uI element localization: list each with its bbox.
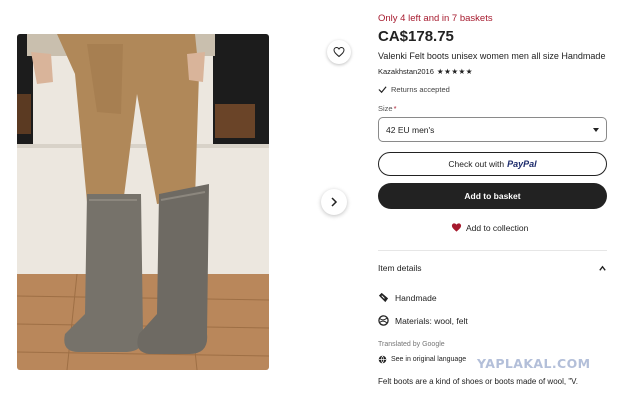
size-label: Size*: [378, 104, 397, 113]
detail-text: Handmade: [395, 292, 437, 303]
see-original-label: See in original language: [391, 356, 467, 363]
detail-handmade: Handmade: [378, 292, 437, 303]
favorite-button[interactable]: [327, 40, 351, 64]
size-select[interactable]: 42 EU men's: [378, 117, 607, 142]
checkmark-icon: [378, 86, 387, 94]
translated-note: Translated by Google: [378, 341, 445, 348]
next-image-button[interactable]: [321, 189, 347, 215]
yarn-icon: [378, 315, 389, 326]
description: Felt boots are a kind of shoes or boots …: [378, 377, 578, 386]
stock-notice: Only 4 left and in 7 baskets: [378, 13, 493, 24]
price: CA$178.75: [378, 28, 454, 45]
paypal-prefix: Check out with: [448, 159, 505, 169]
globe-icon: [378, 355, 387, 364]
product-image: [17, 34, 269, 370]
caret-down-icon: [593, 127, 599, 132]
product-photo[interactable]: [17, 34, 269, 370]
detail-materials: Materials: wool, felt: [378, 315, 468, 326]
add-to-collection-label: Add to collection: [466, 222, 529, 233]
returns-row: Returns accepted: [378, 85, 450, 94]
item-details-heading: Item details: [378, 263, 422, 273]
required-mark: *: [393, 104, 397, 113]
seller-row: Kazakhstan2016 ★★★★★: [378, 67, 473, 76]
item-details-toggle[interactable]: Item details: [378, 263, 607, 273]
size-label-text: Size: [378, 104, 393, 113]
see-original-link[interactable]: See in original language: [378, 355, 466, 364]
chevron-up-icon: [599, 265, 606, 271]
returns-text: Returns accepted: [391, 85, 450, 94]
listing-title: Valenki Felt boots unisex women men all …: [378, 51, 606, 61]
add-to-basket-button[interactable]: Add to basket: [378, 183, 607, 209]
heart-filled-icon: [451, 223, 462, 232]
seller-link[interactable]: Kazakhstan2016: [378, 67, 434, 76]
detail-text: Materials: wool, felt: [395, 315, 468, 326]
heart-outline-icon: [333, 46, 345, 58]
size-selected-value: 42 EU men's: [386, 124, 435, 135]
paypal-checkout-button[interactable]: Check out with PayPal: [378, 152, 607, 176]
handmade-icon: [378, 292, 389, 303]
watermark-logo: YAPLAKAL.COM: [477, 356, 591, 371]
add-to-collection-button[interactable]: Add to collection: [451, 222, 528, 233]
divider: [378, 250, 607, 251]
paypal-logo: PayPal: [507, 159, 537, 169]
rating-stars: ★★★★★: [436, 67, 474, 76]
chevron-right-icon: [331, 197, 338, 207]
